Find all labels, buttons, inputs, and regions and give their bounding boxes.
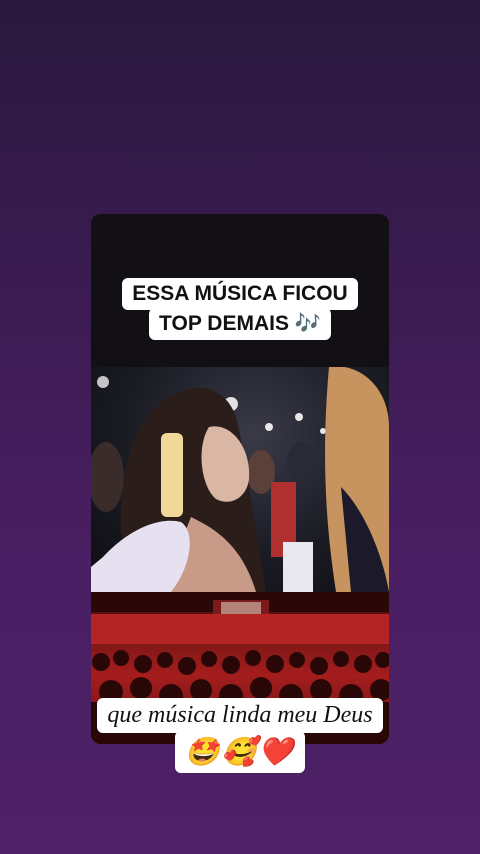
caption-top-line-1: ESSA MÚSICA FICOU bbox=[122, 278, 358, 310]
caption-bottom: que música linda meu Deus 🤩🥰❤️ bbox=[0, 698, 480, 773]
concert-photo-illustration bbox=[91, 367, 389, 592]
concert-photo bbox=[91, 367, 389, 592]
caption-top: ESSA MÚSICA FICOU TOP DEMAIS 🎶 bbox=[0, 278, 480, 340]
caption-bottom-line-1: que música linda meu Deus bbox=[97, 698, 383, 733]
caption-top-line-2: TOP DEMAIS 🎶 bbox=[149, 308, 331, 340]
caption-bottom-emoji-line: 🤩🥰❤️ bbox=[174, 731, 306, 773]
